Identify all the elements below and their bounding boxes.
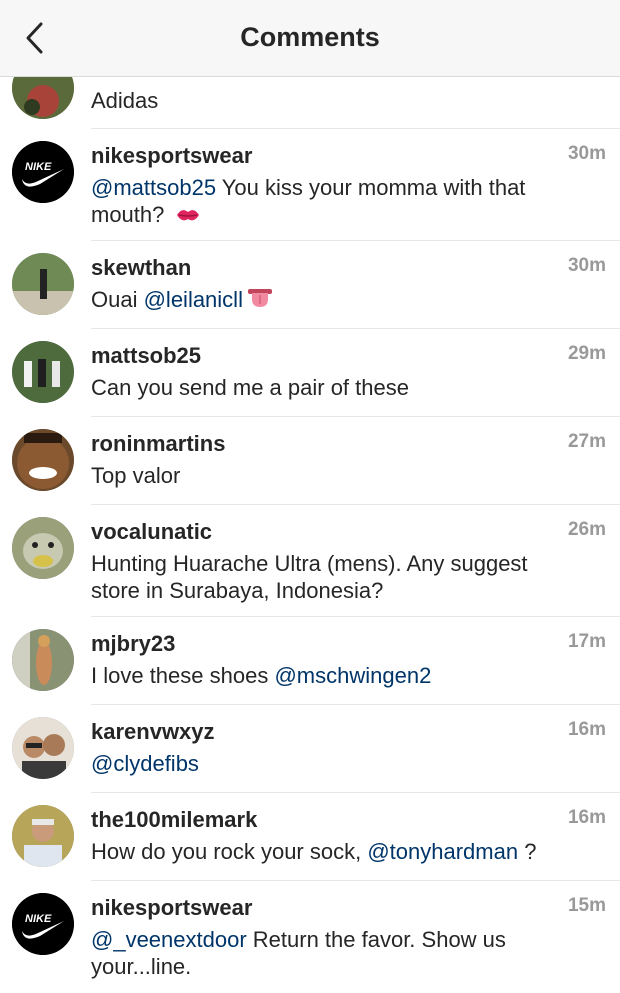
comment-username[interactable]: mjbry23	[91, 631, 175, 657]
mention-link[interactable]: @leilanicll	[144, 287, 243, 312]
comment-text: I love these shoes @mschwingen2	[91, 663, 432, 688]
avatar[interactable]	[12, 805, 74, 867]
comment-username[interactable]: skewthan	[91, 255, 191, 281]
avatar[interactable]: NIKE	[12, 893, 74, 955]
comment-row[interactable]: vocalunatic 26m Hunting Huarache Ultra (…	[0, 505, 620, 617]
avatar[interactable]	[12, 429, 74, 491]
top-bar: Comments	[0, 0, 620, 77]
comment-timestamp: 15m	[567, 895, 606, 916]
comment-row[interactable]: the100milemark 16m How do you rock your …	[0, 793, 620, 881]
mention-link[interactable]: @tonyhardman	[367, 839, 518, 864]
comment-row[interactable]: NIKE nikesportswear 15m @_veenextdoor Re…	[0, 881, 620, 993]
comment-username[interactable]: nikesportswear	[91, 143, 252, 169]
comment-text: How do you rock your sock, @tonyhardman …	[91, 839, 537, 864]
comment-text: Ouai @leilanicll	[91, 286, 580, 315]
comment-username[interactable]: the100milemark	[91, 807, 257, 833]
comment-row[interactable]: Adidas	[0, 57, 620, 129]
comment-timestamp: 30m	[567, 255, 606, 276]
kiss-mark-icon	[175, 203, 201, 230]
avatar[interactable]: NIKE	[12, 141, 74, 203]
comment-row[interactable]: mjbry23 17m I love these shoes @mschwing…	[0, 617, 620, 705]
comment-text: Hunting Huarache Ultra (mens). Any sugge…	[91, 551, 528, 603]
comment-timestamp: 27m	[567, 431, 606, 452]
comment-text: Adidas	[91, 88, 159, 113]
comment-username[interactable]: roninmartins	[91, 431, 225, 457]
comment-row[interactable]: NIKE nikesportswear 30m @mattsob25 You k…	[0, 129, 620, 241]
avatar[interactable]	[12, 253, 74, 315]
comment-text: Top valor	[91, 463, 181, 488]
avatar[interactable]	[12, 717, 74, 779]
comment-text: @_veenextdoor Return the favor. Show us …	[91, 927, 506, 979]
comment-text: @mattsob25 You kiss your momma with that…	[91, 174, 580, 230]
svg-text:NIKE: NIKE	[25, 913, 52, 925]
comment-timestamp: 17m	[567, 631, 606, 652]
nike-logo-icon: NIKE	[12, 141, 74, 203]
mention-link[interactable]: @mschwingen2	[274, 663, 431, 688]
avatar[interactable]	[12, 517, 74, 579]
comment-text: Can you send me a pair of these	[91, 375, 409, 400]
svg-text:NIKE: NIKE	[25, 161, 52, 173]
comments-list[interactable]: Adidas NIKE nikesportswear 30m @mattsob2…	[0, 57, 620, 993]
tongue-icon	[247, 287, 273, 315]
nike-logo-icon: NIKE	[12, 893, 74, 955]
comment-timestamp: 16m	[567, 719, 606, 740]
mention-link[interactable]: @clydefibs	[91, 751, 199, 776]
comment-row[interactable]: karenvwxyz 16m @clydefibs	[0, 705, 620, 793]
avatar[interactable]	[12, 629, 74, 691]
comment-timestamp: 30m	[567, 143, 606, 164]
avatar[interactable]	[12, 341, 74, 403]
comment-row[interactable]: mattsob25 29m Can you send me a pair of …	[0, 329, 620, 417]
comment-username[interactable]: vocalunatic	[91, 519, 212, 545]
comment-row[interactable]: skewthan 30m Ouai @leilanicll	[0, 241, 620, 329]
comment-username[interactable]: karenvwxyz	[91, 719, 215, 745]
mention-link[interactable]: @mattsob25	[91, 175, 216, 200]
comment-timestamp: 16m	[567, 807, 606, 828]
mention-link[interactable]: @_veenextdoor	[91, 927, 247, 952]
comment-row[interactable]: roninmartins 27m Top valor	[0, 417, 620, 505]
comment-username[interactable]: nikesportswear	[91, 895, 252, 921]
comment-timestamp: 29m	[567, 343, 606, 364]
page-title: Comments	[240, 22, 380, 52]
comment-text: @clydefibs	[91, 750, 580, 777]
comment-username[interactable]: mattsob25	[91, 343, 201, 369]
comment-timestamp: 26m	[567, 519, 606, 540]
